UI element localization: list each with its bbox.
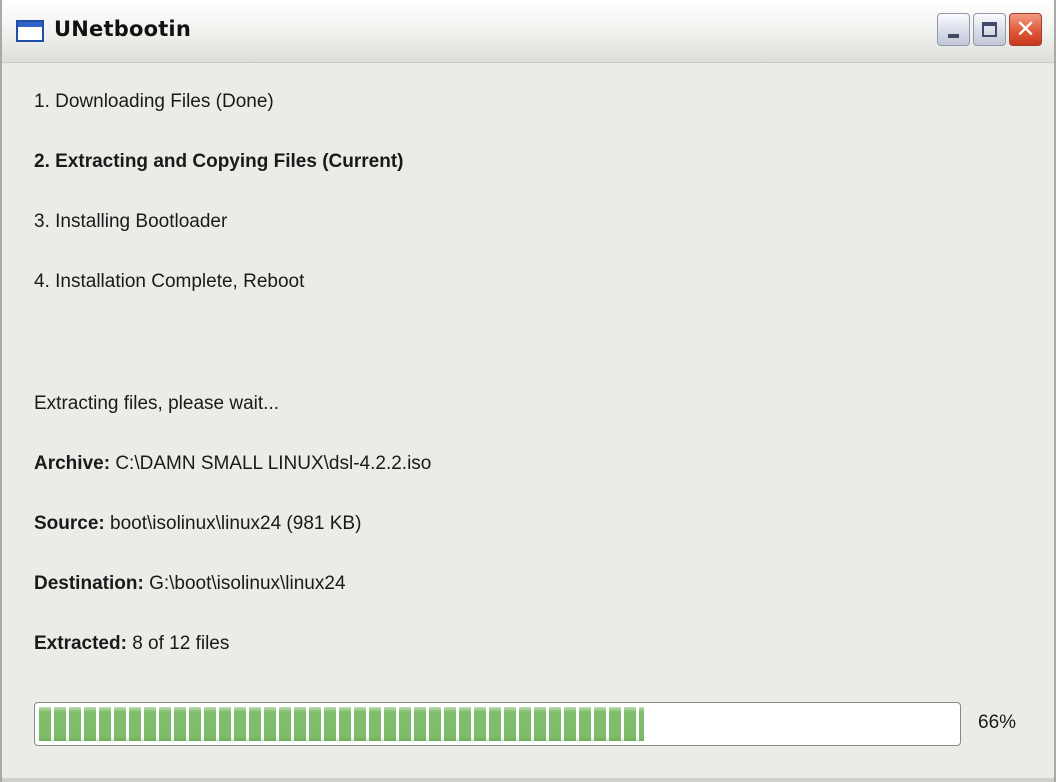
extracted-label: Extracted: bbox=[34, 633, 127, 654]
maximize-button[interactable] bbox=[973, 13, 1006, 46]
maximize-icon bbox=[982, 22, 997, 37]
minimize-icon bbox=[948, 34, 959, 38]
close-button[interactable]: ✕ bbox=[1009, 13, 1042, 46]
title-bar[interactable]: UNetbootin ✕ bbox=[2, 0, 1054, 63]
source-line: Source: boot\isolinux\linux24 (981 KB) bbox=[34, 513, 361, 535]
archive-line: Archive: C:\DAMN SMALL LINUX\dsl-4.2.2.i… bbox=[34, 453, 431, 475]
window-bottom-edge bbox=[2, 778, 1054, 782]
progress-percent-label: 66% bbox=[978, 712, 1017, 733]
source-label: Source: bbox=[34, 513, 105, 534]
destination-label: Destination: bbox=[34, 573, 144, 594]
destination-line: Destination: G:\boot\isolinux\linux24 bbox=[34, 573, 346, 595]
app-window-icon bbox=[16, 20, 44, 42]
unetbootin-window: UNetbootin ✕ 1. Downloading Files (Done)… bbox=[0, 0, 1056, 782]
step-3-installing-bootloader: 3. Installing Bootloader bbox=[34, 211, 228, 232]
minimize-button[interactable] bbox=[937, 13, 970, 46]
extracted-line: Extracted: 8 of 12 files bbox=[34, 633, 229, 655]
progress-bar-fill bbox=[39, 707, 645, 741]
window-title: UNetbootin bbox=[54, 17, 191, 41]
step-2-extracting-current: 2. Extracting and Copying Files (Current… bbox=[34, 151, 404, 172]
archive-label: Archive: bbox=[34, 453, 111, 474]
status-message: Extracting files, please wait... bbox=[34, 393, 279, 414]
step-4-installation-complete: 4. Installation Complete, Reboot bbox=[34, 271, 305, 292]
step-1-downloading: 1. Downloading Files (Done) bbox=[34, 91, 274, 112]
archive-value: C:\DAMN SMALL LINUX\dsl-4.2.2.iso bbox=[115, 453, 432, 474]
extraction-progress-bar bbox=[34, 702, 961, 746]
close-icon: ✕ bbox=[1015, 15, 1036, 43]
extracted-value: 8 of 12 files bbox=[132, 633, 230, 654]
source-value: boot\isolinux\linux24 (981 KB) bbox=[110, 513, 362, 534]
destination-value: G:\boot\isolinux\linux24 bbox=[149, 573, 346, 594]
